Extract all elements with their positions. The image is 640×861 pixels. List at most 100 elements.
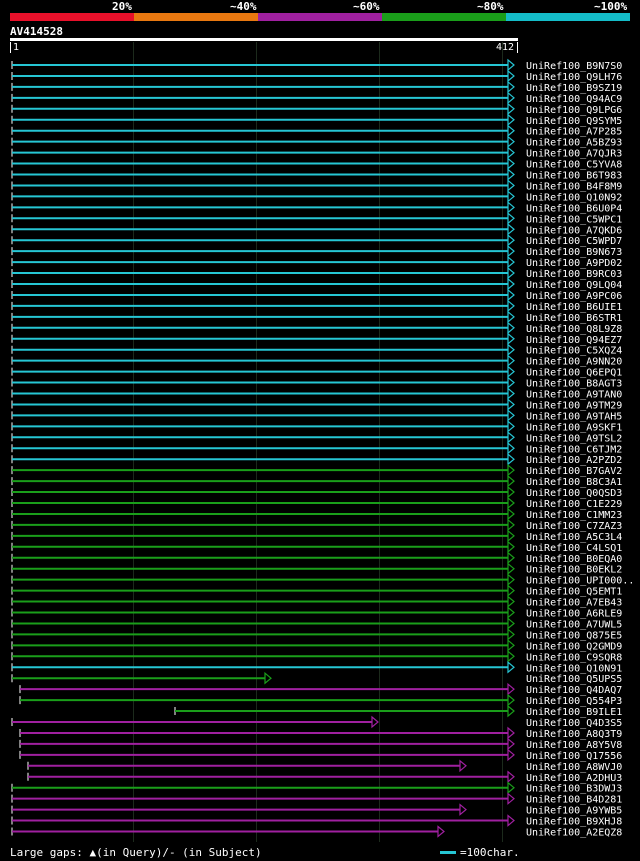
hit-label: UniRef100_B9ILE1 [526,707,622,718]
hit-row[interactable]: UniRef100_A8Y5V8 [19,737,622,751]
hit-label: UniRef100_A9TSL2 [526,433,622,444]
hit-row[interactable]: UniRef100_Q94EZ7 [11,332,622,346]
hit-row[interactable]: UniRef100_A7EB43 [11,595,622,609]
hit-row[interactable]: UniRef100_A2DHU3 [27,770,622,784]
hit-arrow-icon [507,179,515,192]
hit-arrow-icon [507,69,515,83]
hit-row[interactable]: UniRef100_Q17556 [19,748,622,762]
hit-row[interactable]: UniRef100_C5YVA8 [11,157,622,171]
hit-row[interactable]: UniRef100_Q4DAQ7 [19,682,622,696]
hit-label: UniRef100_C5WPD7 [526,236,622,247]
hit-row[interactable]: UniRef100_A2PZD2 [11,452,622,466]
hit-row[interactable]: UniRef100_C5WPD7 [11,233,622,247]
hit-arrow-icon [437,825,445,838]
hit-label: UniRef100_A7EB43 [526,598,622,609]
hit-alignment-map: UniRef100_B9N7S0UniRef100_Q9LH76UniRef10… [11,58,634,839]
hit-row[interactable]: UniRef100_Q10N91 [11,660,622,674]
hit-row[interactable]: UniRef100_Q6EPQ1 [11,365,622,379]
hit-row[interactable]: UniRef100_B9ILE1 [174,704,622,718]
hit-arrow-icon [507,398,515,411]
hit-arrow-icon [507,201,515,214]
hit-label: UniRef100_A8WVJ0 [526,762,622,773]
hit-row[interactable]: UniRef100_Q94AC9 [11,91,622,105]
hit-row[interactable]: UniRef100_A9YWB5 [11,803,622,817]
hit-row[interactable]: UniRef100_B4F8M9 [11,179,622,192]
hit-row[interactable]: UniRef100_Q9SYM5 [11,113,622,127]
hit-row[interactable]: UniRef100_Q5EMT1 [11,584,622,598]
hit-row[interactable]: UniRef100_A7UWL5 [11,617,622,630]
hit-row[interactable]: UniRef100_Q875E5 [11,628,622,641]
hit-arrow-icon [507,310,515,324]
hit-row[interactable]: UniRef100_Q9LH76 [11,69,622,83]
hit-row[interactable]: UniRef100_B4D281 [11,792,622,806]
hit-row[interactable]: UniRef100_B8C3A1 [11,474,622,488]
hit-row[interactable]: UniRef100_B6U0P4 [11,201,622,214]
hit-label: UniRef100_C5XQZ4 [526,346,622,357]
hit-row[interactable]: UniRef100_Q5UPS5 [11,671,622,685]
hit-row[interactable]: UniRef100_B0EKL2 [11,562,622,576]
hit-row[interactable]: UniRef100_Q554P3 [19,693,622,707]
hit-row[interactable]: UniRef100_B8AGT3 [11,376,622,390]
hit-row[interactable]: UniRef100_A9NN20 [11,354,622,368]
hit-row[interactable]: UniRef100_B9N673 [11,244,622,258]
hit-row[interactable]: UniRef100_B7GAV2 [11,463,622,477]
hit-label: UniRef100_Q9LH76 [526,72,622,83]
hit-label: UniRef100_Q8L9Z8 [526,324,622,335]
hit-label: UniRef100_A9PD02 [526,258,622,269]
hit-arrow-icon [507,463,515,477]
hit-label: UniRef100_B0EQA0 [526,554,622,565]
hit-row[interactable]: UniRef100_C6TJM2 [11,441,622,455]
hit-row[interactable]: UniRef100_A9TSL2 [11,431,622,444]
hit-row[interactable]: UniRef100_B9SZ19 [11,80,622,94]
hit-row[interactable]: UniRef100_C7ZAZ3 [11,518,622,532]
hit-row[interactable]: UniRef100_C9SQR8 [11,650,622,663]
hit-row[interactable]: UniRef100_A9TAH5 [11,409,622,422]
hit-arrow-icon [507,431,515,444]
hit-row[interactable]: UniRef100_A9TM29 [11,398,622,411]
hit-row[interactable]: UniRef100_A9SKF1 [11,420,622,433]
hit-label: UniRef100_B7GAV2 [526,466,622,477]
hit-row[interactable]: UniRef100_A8WVJ0 [27,759,622,773]
hit-row[interactable]: UniRef100_A7QKD6 [11,222,622,236]
hit-label: UniRef100_Q4DAQ7 [526,685,622,696]
hit-arrow-icon [507,365,515,378]
hit-arrow-icon [371,715,379,729]
hit-row[interactable]: UniRef100_B3DWJ3 [11,781,622,795]
hit-row[interactable]: UniRef100_B9N7S0 [11,58,622,72]
hit-row[interactable]: UniRef100_A6RLE9 [11,606,622,620]
hit-label: UniRef100_A2PZD2 [526,455,622,466]
hit-row[interactable]: UniRef100_A7P285 [11,124,622,138]
hit-row[interactable]: UniRef100_B0EQA0 [11,551,622,565]
hit-row[interactable]: UniRef100_A5BZ93 [11,135,622,149]
hit-row[interactable]: UniRef100_A9PD02 [11,255,622,269]
hit-row[interactable]: UniRef100_B6T983 [11,168,622,182]
hit-row[interactable]: UniRef100_Q9LPG6 [11,102,622,116]
hit-row[interactable]: UniRef100_Q9LQ04 [11,277,622,291]
hit-row[interactable]: UniRef100_Q0QSD3 [11,485,622,499]
hit-row[interactable]: UniRef100_Q4D3S5 [11,715,622,729]
hit-row[interactable]: UniRef100_C4LSQ1 [11,540,622,554]
hit-row[interactable]: UniRef100_Q8L9Z8 [11,321,622,335]
hit-row[interactable]: UniRef100_B6STR1 [11,310,622,324]
hit-row[interactable]: UniRef100_Q2GMD9 [11,639,622,652]
hit-arrow-icon [507,551,515,565]
hit-row[interactable]: UniRef100_A2EQZ8 [11,825,622,839]
hit-label: UniRef100_B9N7S0 [526,61,622,72]
hit-label: UniRef100_A9SKF1 [526,422,622,433]
hit-row[interactable]: UniRef100_C5XQZ4 [11,343,622,357]
hit-row[interactable]: UniRef100_Q10N92 [11,190,622,203]
hit-row[interactable]: UniRef100_UPI000.. [11,573,634,587]
hit-row[interactable]: UniRef100_C5WPC1 [11,212,622,225]
hit-row[interactable]: UniRef100_C1MM23 [11,507,622,521]
hit-row[interactable]: UniRef100_A7QJR3 [11,146,622,160]
hit-row[interactable]: UniRef100_A9TAN0 [11,387,622,401]
hit-row[interactable]: UniRef100_C1E229 [11,496,622,510]
hit-label: UniRef100_C5WPC1 [526,214,622,225]
hit-row[interactable]: UniRef100_B9RC03 [11,266,622,280]
hit-row[interactable]: UniRef100_A8Q3T9 [19,726,622,740]
hit-label: UniRef100_B9N673 [526,247,622,258]
hit-row[interactable]: UniRef100_A5C3L4 [11,529,622,543]
hit-row[interactable]: UniRef100_A9PC06 [11,288,622,302]
hit-row[interactable]: UniRef100_B6UIE1 [11,299,622,313]
hit-row[interactable]: UniRef100_B9XHJ8 [11,814,622,828]
